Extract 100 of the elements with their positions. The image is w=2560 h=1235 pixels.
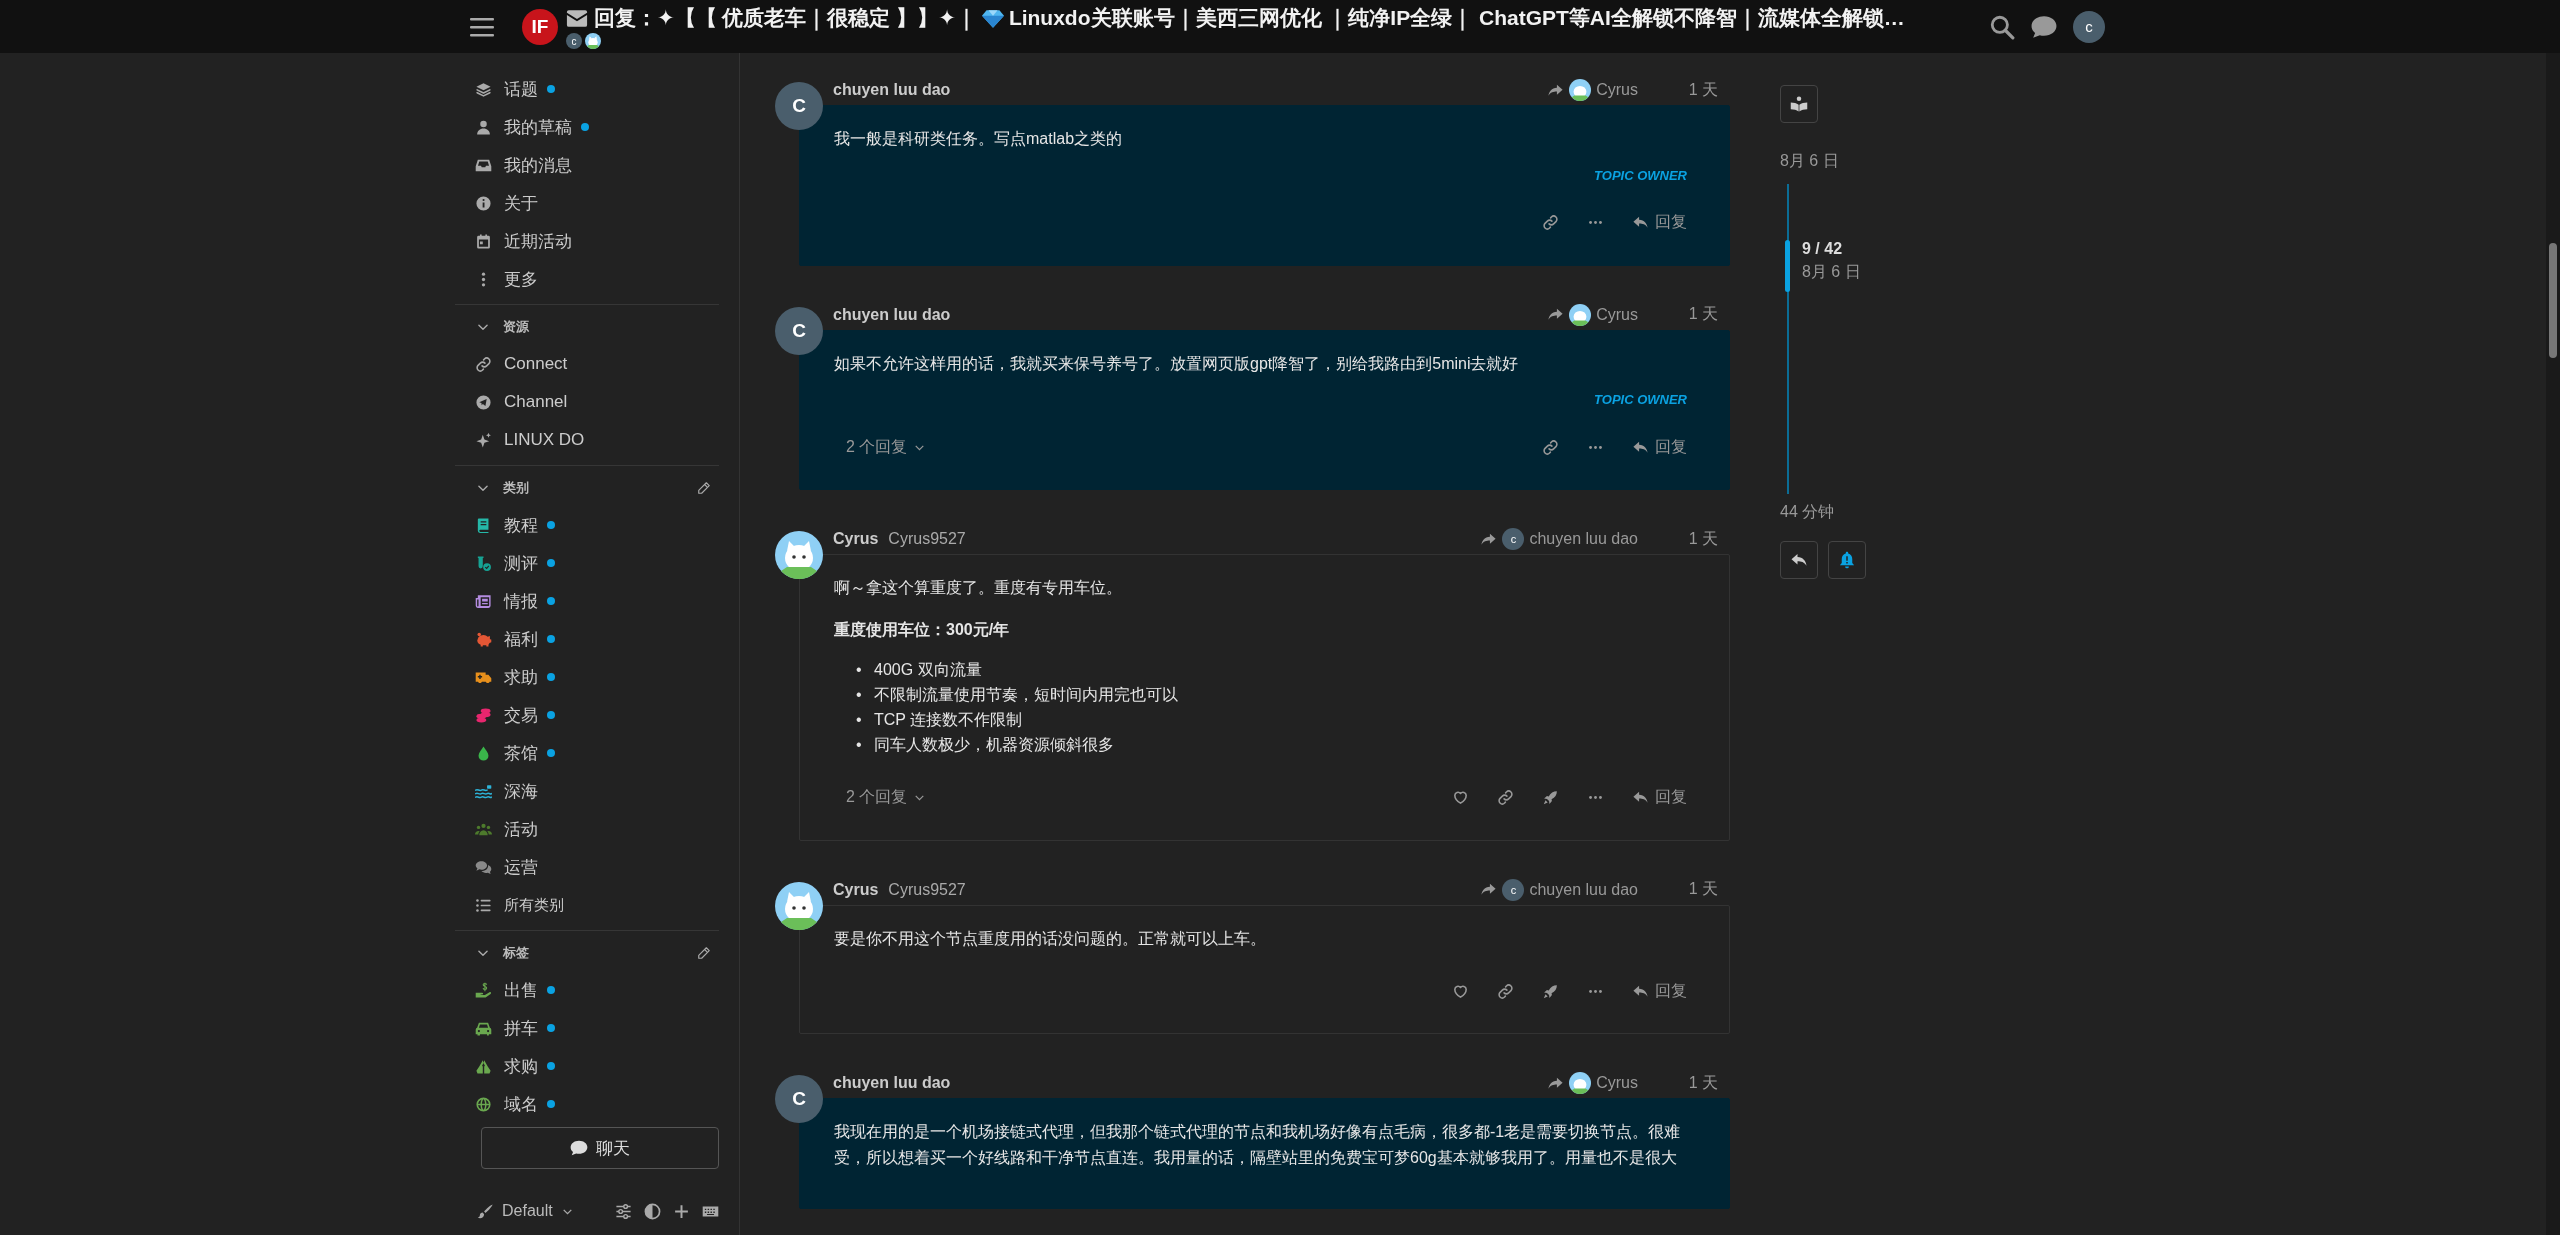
post-text: 要是你不用这个节点重度用的话没问题的。正常就可以上车。 [834, 928, 1267, 949]
replies-toggle[interactable]: 2 个回复 [846, 787, 927, 809]
section-title[interactable]: 标签 [503, 944, 684, 962]
heart-icon[interactable] [1452, 789, 1469, 807]
rocket-icon[interactable] [1542, 982, 1559, 1000]
avatar-icon [1569, 79, 1592, 101]
theme-selector[interactable]: Default [477, 1202, 574, 1220]
author-name[interactable]: Cyrus [833, 530, 879, 549]
username[interactable]: Cyrus9527 [888, 880, 966, 899]
pencil-icon[interactable] [697, 481, 711, 495]
sidebar-item[interactable]: 所有类别 [455, 886, 719, 924]
post-time[interactable]: 1 天 [1648, 79, 1730, 101]
user-avatar[interactable] [775, 531, 823, 580]
post-text: 我一般是科研类任务。写点matlab之类的 [834, 129, 1124, 149]
post-time[interactable]: 1 天 [1648, 879, 1730, 901]
section-title[interactable]: 类别 [503, 479, 684, 497]
chat-icon[interactable] [2031, 13, 2057, 40]
post-time[interactable]: 1 天 [1648, 528, 1730, 550]
sidebar-item[interactable]: 求购 [455, 1047, 719, 1085]
sidebar-item[interactable]: 情报 [455, 582, 719, 620]
username[interactable]: Cyrus9527 [888, 530, 966, 549]
author-name[interactable]: Cyrus [833, 880, 879, 899]
reply-button[interactable]: 回复 [1632, 212, 1687, 234]
sidebar-item[interactable]: 出售 [455, 971, 719, 1009]
author-name[interactable]: chuyen luu dao [833, 81, 951, 99]
sidebar-item[interactable]: 求助 [455, 658, 719, 696]
reply-button[interactable]: 回复 [1632, 787, 1687, 809]
topic-title[interactable]: Linuxdo关联账号｜美西三网优化 ｜纯净IP全绿｜ ChatGPT等AI全解锁不降智｜流媒体全解锁… [1008, 4, 1905, 32]
search-icon[interactable] [1989, 13, 2015, 40]
sidebar-item[interactable]: 运营 [455, 848, 719, 886]
sidebar-item[interactable]: 更多 [455, 260, 719, 298]
user-avatar[interactable]: C [775, 1075, 823, 1124]
scrollbar[interactable] [2546, 53, 2560, 1235]
plus-icon[interactable] [673, 1202, 690, 1220]
post-time[interactable]: 1 天 [1648, 304, 1730, 326]
info-icon [475, 194, 492, 212]
end-date[interactable]: 44 分钟 [1780, 502, 1920, 523]
sidebar-item[interactable]: LINUX DO [455, 421, 719, 459]
post-time[interactable]: 1 天 [1648, 1072, 1730, 1094]
sidebar-item[interactable]: 我的消息 [455, 146, 719, 184]
hand-coin-icon [475, 981, 492, 999]
bullet: • [856, 734, 863, 755]
sidebar-item[interactable]: Channel [455, 383, 719, 421]
sidebar-item[interactable]: Connect [455, 345, 719, 383]
link-icon[interactable] [1542, 214, 1559, 232]
sidebar-item[interactable]: 话题 [455, 70, 719, 108]
sidebar-item[interactable]: 近期活动 [455, 222, 719, 260]
post-position: 9 / 42 [1802, 240, 1844, 258]
sidebar-item[interactable]: 深海 [455, 772, 719, 810]
sidebar-item[interactable]: 域名 [455, 1085, 719, 1123]
participant-avatar[interactable] [585, 33, 601, 49]
read-mode-button[interactable] [1780, 85, 1818, 123]
sidebar-item[interactable]: 拼车 [455, 1009, 719, 1047]
sidebar-item[interactable]: 茶馆 [455, 734, 719, 772]
author-name[interactable]: chuyen luu dao [833, 305, 951, 324]
brush-icon [477, 1202, 494, 1220]
bullet: • [856, 709, 863, 730]
reply-to-link[interactable]: c chuyen luu dao [1480, 878, 1638, 901]
author-name[interactable]: chuyen luu dao [833, 1074, 951, 1093]
reply-to-link[interactable]: Cyrus [1547, 79, 1638, 101]
link-icon[interactable] [1542, 438, 1559, 456]
reply-button[interactable]: 回复 [1632, 436, 1687, 458]
user-avatar[interactable] [775, 881, 823, 930]
pencil-icon[interactable] [697, 946, 711, 960]
participant-avatar[interactable]: c [566, 33, 582, 49]
sidebar-item[interactable]: 交易 [455, 696, 719, 734]
section-title[interactable]: 资源 [503, 318, 719, 336]
link-icon[interactable] [1497, 789, 1514, 807]
topic-title[interactable]: 回复：✦【【 优质老车｜很稳定 】】✦｜ [594, 4, 977, 32]
user-avatar[interactable]: C [775, 82, 823, 130]
site-logo[interactable]: IF [522, 8, 558, 45]
menu-icon[interactable] [470, 16, 494, 37]
sidebar-item[interactable]: 关于 [455, 184, 719, 222]
timeline-handle[interactable] [1785, 240, 1790, 292]
reply-button[interactable] [1780, 541, 1818, 579]
sidebar-item[interactable]: 我的草稿 [455, 108, 719, 146]
reply-to-link[interactable]: Cyrus [1547, 1072, 1638, 1095]
rocket-icon[interactable] [1542, 789, 1559, 807]
reply-to-link[interactable]: c chuyen luu dao [1480, 528, 1638, 551]
reply-to-link[interactable]: Cyrus [1547, 303, 1638, 326]
sidebar-item[interactable]: 测评 [455, 544, 719, 582]
notification-button[interactable] [1828, 541, 1866, 579]
list-item: 不限制流量使用节奏，短时间内用完也可以 [874, 685, 1178, 706]
start-date[interactable]: 8月 6 日 [1780, 151, 1920, 172]
avatar-icon [1569, 303, 1592, 326]
sidebar-item[interactable]: 活动 [455, 810, 719, 848]
user-avatar[interactable]: c [2073, 10, 2105, 43]
sidebar-item[interactable]: 福利 [455, 620, 719, 658]
link-icon[interactable] [1497, 982, 1514, 1000]
reply-button[interactable]: 回复 [1632, 980, 1687, 1002]
contrast-icon[interactable] [644, 1202, 661, 1220]
paper-plane-icon [475, 393, 492, 411]
chat-icon [570, 1140, 588, 1156]
calendar-icon [475, 232, 492, 250]
sliders-icon[interactable] [615, 1202, 632, 1220]
replies-toggle[interactable]: 2 个回复 [846, 436, 927, 458]
list-icon [475, 896, 492, 914]
user-avatar[interactable]: C [775, 306, 823, 355]
chat-button[interactable]: 聊天 [481, 1127, 719, 1169]
sidebar-item[interactable]: 教程 [455, 506, 719, 544]
